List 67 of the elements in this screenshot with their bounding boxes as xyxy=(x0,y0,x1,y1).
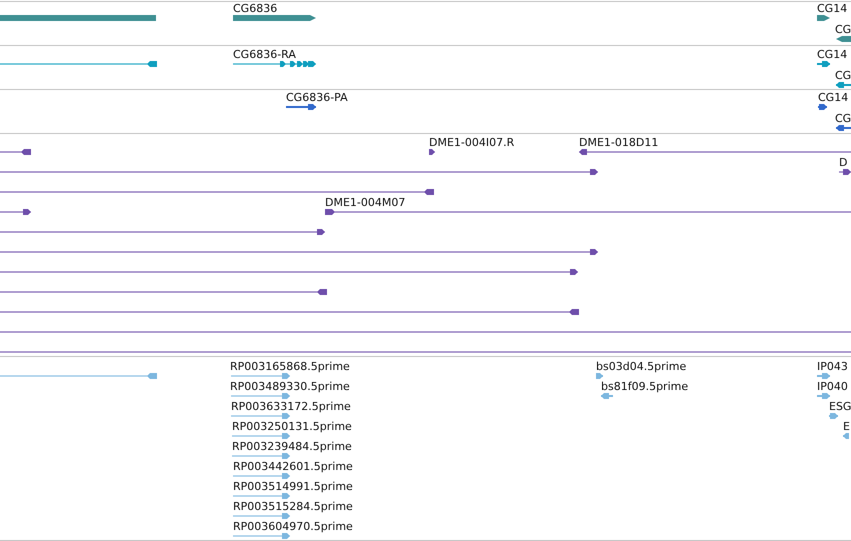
est-feature[interactable] xyxy=(232,493,290,499)
gene-feature[interactable] xyxy=(836,36,851,42)
est-feature[interactable] xyxy=(230,413,290,419)
feature-label: CG14 xyxy=(817,2,848,15)
feature-label: RP003239484.5prime xyxy=(232,440,352,453)
feature-label: CG14 xyxy=(817,48,848,61)
est-feature[interactable] xyxy=(0,373,158,379)
transcript-feature[interactable] xyxy=(232,61,316,67)
feature-label: E xyxy=(843,420,850,433)
feature-label: RP003165868.5prime xyxy=(230,360,350,373)
feature-label: CG xyxy=(835,112,851,125)
feature-label: RP003514991.5prime xyxy=(233,480,353,493)
feature-label: CG14 xyxy=(818,91,848,104)
feature-label: RP003442601.5prime xyxy=(233,460,353,473)
clone-feature[interactable] xyxy=(0,189,434,195)
clone-feature[interactable] xyxy=(0,229,326,235)
feature-label: RP003515284.5prime xyxy=(233,500,353,513)
cds-feature[interactable] xyxy=(286,104,316,110)
est-feature[interactable] xyxy=(843,433,849,439)
feature-label: CG xyxy=(835,69,851,82)
clone-feature[interactable] xyxy=(0,169,598,175)
feature-label: DME1-004M07 xyxy=(325,196,406,209)
feature-label: bs81f09.5prime xyxy=(601,380,688,393)
est-feature[interactable] xyxy=(596,373,603,379)
feature-label: IP043 xyxy=(817,360,848,373)
feature-label: IP040 xyxy=(817,380,848,393)
clone-feature[interactable] xyxy=(0,249,598,255)
cds-feature[interactable] xyxy=(836,125,851,131)
clone-feature[interactable] xyxy=(428,149,436,155)
feature-label: CG6836 xyxy=(233,2,278,15)
clone-feature[interactable] xyxy=(0,269,578,275)
clone-feature[interactable] xyxy=(838,169,851,175)
feature-label: CG6836-PA xyxy=(286,91,348,104)
est-feature[interactable] xyxy=(601,393,613,399)
transcript-feature[interactable] xyxy=(836,82,851,88)
gene-feature[interactable] xyxy=(817,15,830,21)
est-feature[interactable] xyxy=(232,513,290,519)
gene-feature[interactable] xyxy=(233,15,316,21)
clone-feature[interactable] xyxy=(578,149,851,155)
est-feature[interactable] xyxy=(817,393,830,399)
clone-feature[interactable] xyxy=(0,149,32,155)
clone-feature[interactable] xyxy=(0,309,580,315)
feature-label: RP003250131.5prime xyxy=(232,420,352,433)
feature-label: DME1-004I07.R xyxy=(429,136,514,149)
feature-label: D xyxy=(839,156,848,169)
est-feature[interactable] xyxy=(232,533,290,539)
est-feature[interactable] xyxy=(817,373,830,379)
est-feature[interactable] xyxy=(230,393,290,399)
feature-label: RP003489330.5prime xyxy=(230,380,350,393)
est-feature[interactable] xyxy=(829,413,838,419)
feature-label: CG xyxy=(835,23,851,36)
feature-label: bs03d04.5prime xyxy=(596,360,686,373)
transcript-feature[interactable] xyxy=(817,61,830,67)
clone-feature[interactable] xyxy=(0,209,32,215)
feature-label: CG6836-RA xyxy=(233,48,296,61)
feature-label: ESG xyxy=(829,400,851,413)
clone-feature[interactable] xyxy=(324,209,851,215)
est-feature[interactable] xyxy=(232,453,290,459)
est-feature[interactable] xyxy=(232,433,290,439)
feature-label: RP003604970.5prime xyxy=(233,520,353,533)
feature-label: RP003633172.5prime xyxy=(231,400,351,413)
est-feature[interactable] xyxy=(230,373,290,379)
est-feature[interactable] xyxy=(232,473,290,479)
clone-feature[interactable] xyxy=(0,289,328,295)
cds-feature[interactable] xyxy=(818,104,827,110)
feature-label: DME1-018D11 xyxy=(579,136,658,149)
transcript-feature[interactable] xyxy=(0,61,158,67)
